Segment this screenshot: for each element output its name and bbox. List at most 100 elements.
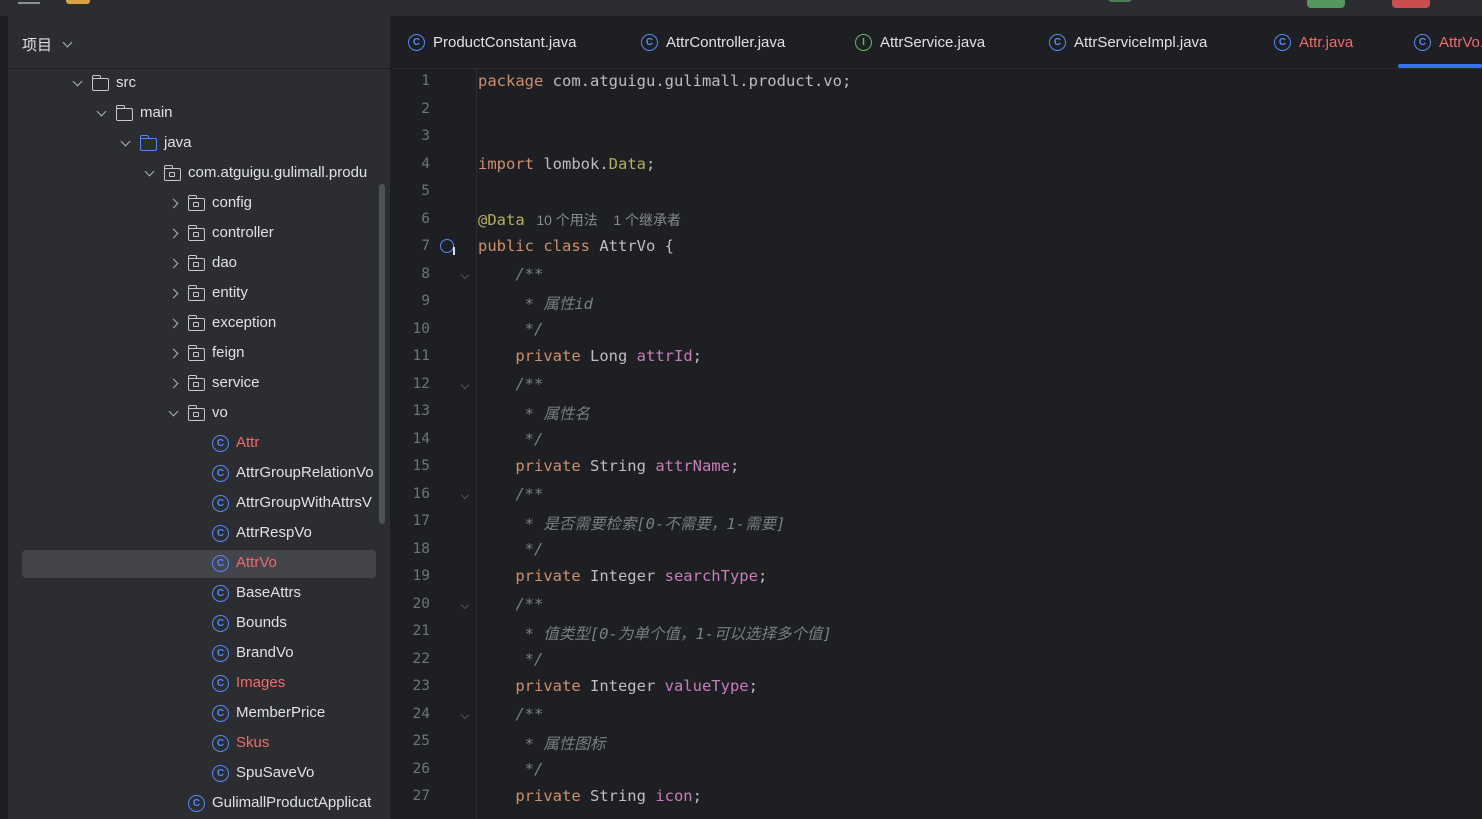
fold-icon[interactable] [460, 380, 470, 389]
tree-item-folder[interactable]: controller [8, 219, 390, 249]
tree-item-folder[interactable]: entity [8, 279, 390, 309]
fold-icon[interactable] [460, 490, 470, 499]
code-line[interactable]: 14 */ [392, 427, 1482, 454]
code-line[interactable]: 10 */ [392, 317, 1482, 344]
chevron-right-icon[interactable] [168, 288, 179, 299]
tab-label: AttrService.java [880, 33, 986, 51]
code-line[interactable]: 9 * 属性id [392, 289, 1482, 316]
code-line[interactable]: 26 */ [392, 757, 1482, 784]
chevron-down-icon[interactable] [120, 136, 131, 147]
code-editor[interactable]: 1 package com.atguigu.gulimall.product.vo… [392, 69, 1482, 819]
chevron-right-icon[interactable] [168, 228, 179, 239]
code-line[interactable]: 3 [392, 124, 1482, 151]
chevron-right-icon[interactable] [168, 348, 179, 359]
tree-item-label: BrandVo [236, 644, 294, 661]
title-bar [0, 0, 1482, 17]
code-text: /** [478, 595, 543, 613]
code-line[interactable]: 17 * 是否需要检索[0-不需要，1-需要] [392, 509, 1482, 536]
fold-icon[interactable] [460, 600, 470, 609]
tree-item-class[interactable]: C AttrGroupWithAttrsV [8, 489, 390, 519]
stop-button[interactable] [1392, 0, 1430, 8]
tree-item-folder[interactable]: src [8, 69, 390, 99]
code-line[interactable]: 1 package com.atguigu.gulimall.product.vo… [392, 69, 1482, 96]
code-line[interactable]: 27 private String icon; [392, 784, 1482, 811]
tree-item-class[interactable]: C Skus [8, 729, 390, 759]
tree-item-class[interactable]: C BrandVo [8, 639, 390, 669]
tree-item-folder[interactable]: dao [8, 249, 390, 279]
code-line[interactable]: 12 /** [392, 372, 1482, 399]
tree-item-folder[interactable]: service [8, 369, 390, 399]
tab-productconstant-java[interactable]: C ProductConstant.java [408, 16, 576, 68]
project-logo-icon[interactable] [66, 0, 90, 4]
tree-item-class[interactable]: C AttrGroupRelationVo [8, 459, 390, 489]
tab-attrcontroller-java[interactable]: C AttrController.java [641, 16, 785, 68]
fold-icon[interactable] [460, 270, 470, 279]
tree-item-folder[interactable]: java [8, 129, 390, 159]
tab-attrservice-java[interactable]: I AttrService.java [855, 16, 985, 68]
chevron-right-icon[interactable] [168, 318, 179, 329]
vcs-icon[interactable] [1108, 0, 1132, 2]
code-line[interactable]: 13 * 属性名 [392, 399, 1482, 426]
code-line[interactable]: 18 */ [392, 537, 1482, 564]
code-token: /** [478, 704, 544, 723]
tree-item-class[interactable]: C MemberPrice [8, 699, 390, 729]
code-line[interactable]: 21 * 值类型[0-为单个值，1-可以选择多个值] [392, 619, 1482, 646]
tree-item-class[interactable]: C AttrVo [8, 549, 390, 579]
tree-item-folder[interactable]: vo [8, 399, 390, 429]
tree-item-folder[interactable]: exception [8, 309, 390, 339]
tree-item-class[interactable]: C Attr [8, 429, 390, 459]
tree-item-class[interactable]: C BaseAttrs [8, 579, 390, 609]
code-line[interactable]: 7 public class AttrVo { [392, 234, 1482, 261]
tree-item-folder[interactable]: com.atguigu.gulimall.produ [8, 159, 390, 189]
code-token: ; [748, 677, 758, 695]
code-line[interactable]: 5 [392, 179, 1482, 206]
tree-item-class[interactable]: C SpuSaveVo [8, 759, 390, 789]
code-text: */ [478, 430, 544, 448]
chevron-down-icon[interactable] [72, 76, 83, 87]
tree-item-label: main [140, 104, 173, 121]
fold-icon[interactable] [460, 710, 470, 719]
run-button[interactable] [1307, 0, 1345, 8]
code-line[interactable]: 6 @Data 10 个用法 1 个继承者 [392, 207, 1482, 234]
code-line[interactable]: 23 private Integer valueType; [392, 674, 1482, 701]
code-line[interactable]: 22 */ [392, 647, 1482, 674]
implemented-by-icon[interactable] [440, 239, 455, 255]
tree-item-folder[interactable]: main [8, 99, 390, 129]
code-line[interactable]: 16 /** [392, 482, 1482, 509]
tree-item-folder[interactable]: feign [8, 339, 390, 369]
chevron-right-icon[interactable] [168, 198, 179, 209]
tab-attr-java[interactable]: C Attr.java [1274, 16, 1353, 68]
code-line[interactable]: 11 private Long attrId; [392, 344, 1482, 371]
chevron-right-icon[interactable] [168, 378, 179, 389]
chevron-right-icon[interactable] [168, 258, 179, 269]
tree-item-class[interactable]: C AttrRespVo [8, 519, 390, 549]
chevron-down-icon[interactable] [96, 106, 107, 117]
code-text: import lombok.Data; [478, 155, 655, 173]
project-tree-scrollbar[interactable] [379, 184, 385, 524]
code-line[interactable]: 20 /** [392, 592, 1482, 619]
code-token: Integer [589, 567, 665, 585]
chevron-down-icon[interactable] [168, 406, 179, 417]
tree-item-class[interactable]: C GulimallProductApplicat [8, 789, 390, 819]
code-line[interactable]: 24 /** [392, 702, 1482, 729]
project-view-selector[interactable]: 项目 [22, 34, 73, 54]
tab-attrvo-java[interactable]: C AttrVo.java [1414, 16, 1482, 68]
code-text: public class AttrVo { [478, 237, 674, 255]
code-text: @Data 10 个用法 1 个继承者 [478, 210, 681, 230]
tree-item-folder[interactable]: config [8, 189, 390, 219]
code-line[interactable]: 4 import lombok.Data; [392, 152, 1482, 179]
tab-attrserviceimpl-java[interactable]: C AttrServiceImpl.java [1049, 16, 1207, 68]
code-line[interactable]: 2 [392, 97, 1482, 124]
code-token: /** [478, 374, 544, 393]
chevron-down-icon[interactable] [144, 166, 155, 177]
tab-label: AttrController.java [666, 33, 786, 51]
code-text: */ [478, 320, 544, 338]
code-line[interactable]: 15 private String attrName; [392, 454, 1482, 481]
code-line[interactable]: 25 * 属性图标 [392, 729, 1482, 756]
tree-item-class[interactable]: C Images [8, 669, 390, 699]
code-line[interactable]: 19 private Integer searchType; [392, 564, 1482, 591]
main-menu-icon[interactable] [18, 0, 40, 4]
tree-item-class[interactable]: C Bounds [8, 609, 390, 639]
code-line[interactable]: 8 /** [392, 262, 1482, 289]
code-token: searchType [664, 567, 758, 585]
